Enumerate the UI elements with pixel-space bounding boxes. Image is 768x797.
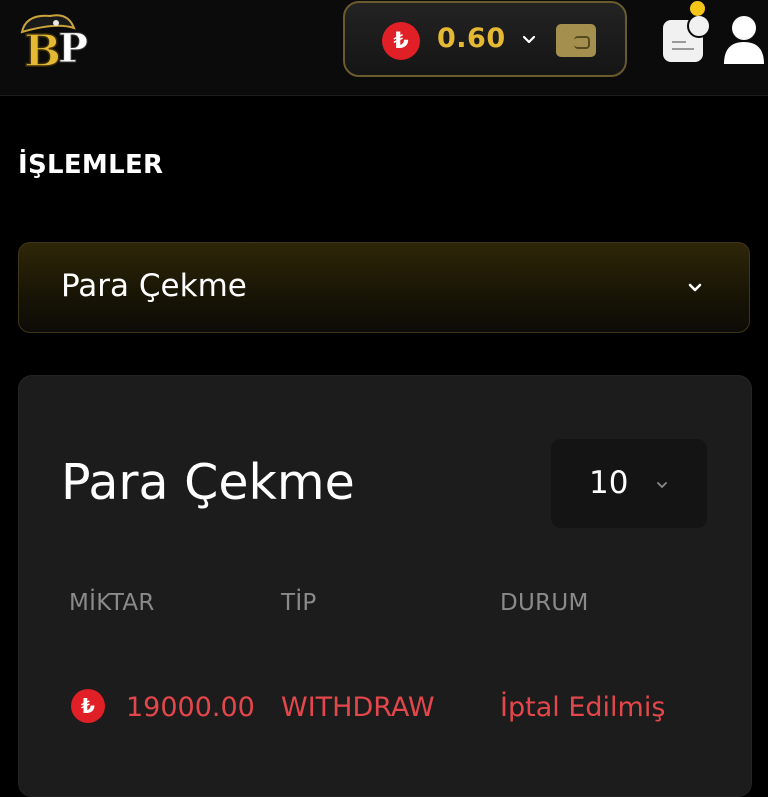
transaction-type-select[interactable]: Para Çekme [18, 242, 750, 333]
wallet-icon[interactable] [556, 24, 596, 57]
lira-icon: ₺ [71, 689, 105, 723]
balance-widget[interactable]: ₺ 0.60 [343, 1, 627, 77]
transaction-type-value: Para Çekme [61, 268, 247, 304]
top-bar: B P ₺ 0.60 [0, 0, 768, 96]
chevron-down-icon [688, 283, 702, 292]
user-icon[interactable] [722, 14, 766, 66]
column-header-type: TİP [281, 590, 317, 616]
page-size-value: 10 [589, 465, 629, 501]
page-size-select[interactable]: 10 [551, 439, 707, 528]
svg-text:B: B [24, 26, 61, 72]
column-header-amount: MİKTAR [69, 590, 155, 616]
row-status: İptal Edilmiş [500, 692, 666, 723]
balance-amount: 0.60 [437, 23, 506, 54]
notification-ring [687, 14, 711, 38]
notification-dot-icon [690, 1, 705, 16]
site-logo[interactable]: B P [16, 10, 102, 72]
svg-text:P: P [58, 25, 88, 72]
card-title: Para Çekme [61, 454, 355, 511]
row-type: WITHDRAW [281, 692, 435, 723]
lira-icon: ₺ [382, 22, 420, 60]
page-title: İŞLEMLER [18, 150, 164, 180]
column-header-status: DURUM [500, 590, 589, 616]
chevron-down-icon [657, 482, 667, 488]
chevron-down-icon[interactable] [520, 31, 538, 49]
transactions-card: Para Çekme 10 MİKTAR TİP DURUM ₺ 19000.0… [18, 375, 752, 797]
row-amount: 19000.00 [126, 692, 255, 723]
